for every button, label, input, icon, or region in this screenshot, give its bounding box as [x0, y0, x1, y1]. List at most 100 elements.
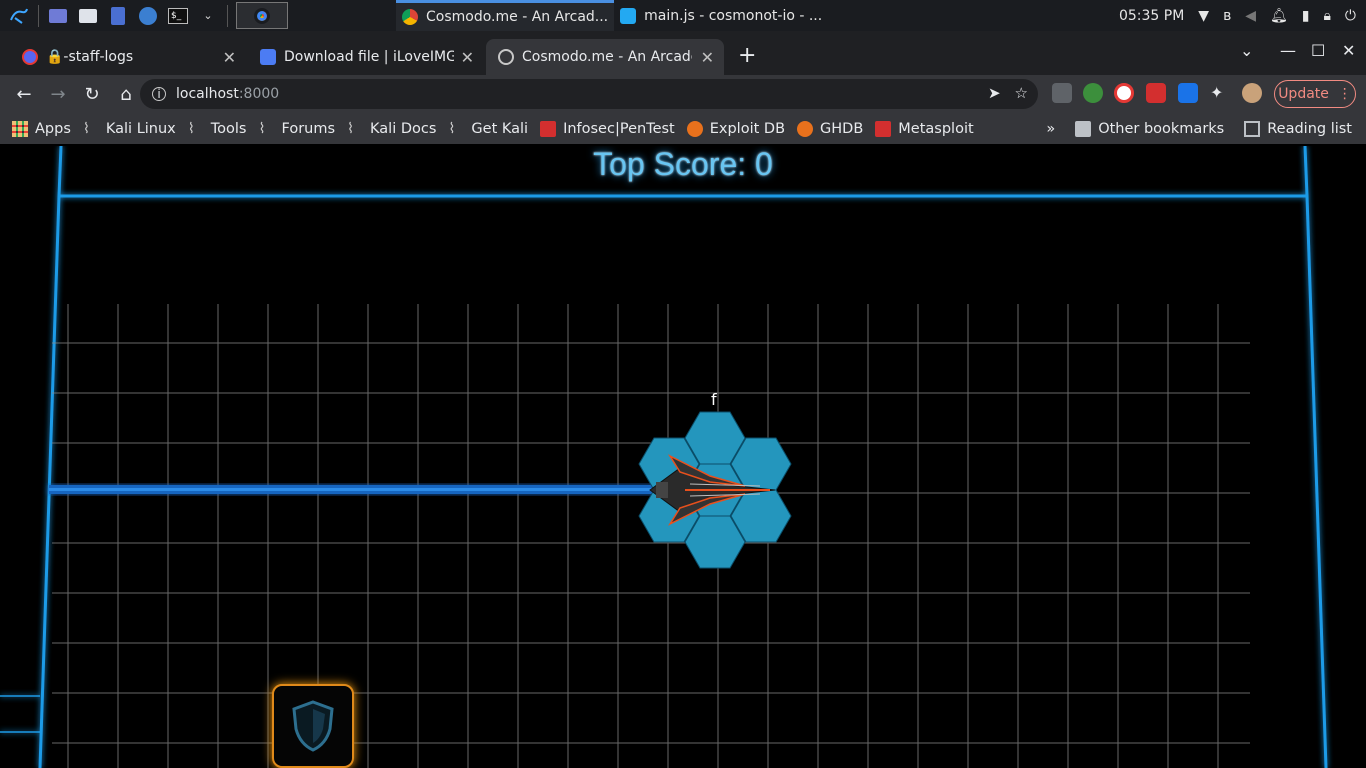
- close-icon[interactable]: ✕: [701, 48, 714, 67]
- reload-button[interactable]: ↻: [82, 84, 102, 105]
- bookmark-label: Infosec|PenTest: [563, 120, 675, 137]
- puzzle-icon[interactable]: ✦: [1210, 83, 1230, 103]
- flask-icon: [875, 120, 892, 137]
- game-scene: [0, 146, 1328, 768]
- game-canvas[interactable]: Top Score: 0 f: [0, 146, 1366, 768]
- taskbar-window-vscode[interactable]: main.js - cosmonot-io - ...: [614, 0, 828, 31]
- bookmark-label: Tools: [210, 120, 247, 137]
- home-button[interactable]: ⌂: [116, 84, 136, 105]
- ghdb-icon: [797, 120, 814, 137]
- url-port: :8000: [238, 86, 280, 102]
- bookmark-metasploit[interactable]: Metasploit: [875, 120, 974, 137]
- bookmark-ghdb[interactable]: GHDB: [797, 120, 864, 137]
- desktop-icon[interactable]: [47, 5, 69, 27]
- kali-dragon-icon: ⌇: [82, 120, 90, 137]
- tab-staff-logs[interactable]: 🔒-staff-logs ✕: [10, 39, 246, 75]
- bookmarks-bar: Apps ⌇ Kali Linux ⌇ Tools ⌇ Forums ⌇ Kali Do…: [0, 113, 1366, 144]
- bookmark-label: GHDB: [820, 120, 864, 137]
- tab-iloveimg[interactable]: Download file | iLoveIMG ✕: [248, 39, 484, 75]
- close-icon[interactable]: ✕: [223, 48, 236, 67]
- taskbar-window-chrome[interactable]: Cosmodo.me - An Arcad...: [396, 0, 615, 31]
- folder-icon: [1075, 120, 1092, 137]
- address-bar[interactable]: i localhost:8000 ➤ ☆: [140, 79, 1038, 109]
- terminal-icon[interactable]: $_: [167, 5, 189, 27]
- back-button[interactable]: ←: [14, 84, 34, 105]
- extension-icon-5[interactable]: [1178, 83, 1198, 103]
- kali-menu-icon[interactable]: [8, 5, 30, 27]
- url-host: localhost: [176, 86, 239, 102]
- bookmark-label: Get Kali: [471, 120, 529, 137]
- reading-list-icon: [1244, 120, 1261, 137]
- text-editor-icon[interactable]: [107, 5, 129, 27]
- heart-icon: [260, 49, 276, 65]
- kali-dragon-icon: ⌇: [347, 120, 355, 137]
- exploit-db-icon: [686, 120, 703, 137]
- bookmark-label: Kali Linux: [105, 120, 176, 137]
- tab-search-icon[interactable]: ⌄: [1240, 41, 1253, 60]
- bookmark-star-icon[interactable]: ☆: [1015, 84, 1028, 102]
- volume-icon[interactable]: ◀: [1245, 8, 1256, 24]
- ublock-icon[interactable]: [1114, 83, 1134, 103]
- chevron-down-icon[interactable]: ⌄: [197, 5, 219, 27]
- top-score: Top Score: 0: [593, 146, 773, 182]
- battery-icon[interactable]: ▮: [1302, 8, 1310, 24]
- info-icon[interactable]: i: [152, 87, 166, 101]
- bookmark-label: Exploit DB: [709, 120, 786, 137]
- send-icon[interactable]: ➤: [988, 84, 1001, 102]
- system-tray: 05:35 PM ▼ ʙ ◀ 🔔︎ ▮ 🔒︎ ⏻: [1119, 0, 1366, 31]
- chrome-launcher-icon[interactable]: [236, 2, 288, 29]
- update-button[interactable]: Update ⋮: [1274, 80, 1356, 108]
- bookmark-label: Apps: [35, 120, 71, 137]
- bookmark-label: Kali Docs: [370, 120, 437, 137]
- extension-icon-4[interactable]: [1146, 83, 1166, 103]
- bookmark-apps[interactable]: Apps: [12, 120, 71, 137]
- globe-icon: [498, 49, 514, 65]
- tab-title: 🔒-staff-logs: [46, 49, 134, 65]
- extension-icon-2[interactable]: [1083, 83, 1103, 103]
- kali-dragon-icon: ⌇: [258, 120, 266, 137]
- bookmark-label: Other bookmarks: [1098, 120, 1225, 137]
- avatar[interactable]: [1242, 83, 1262, 103]
- bookmark-label: Forums: [281, 120, 336, 137]
- bookmark-get-kali[interactable]: ⌇ Get Kali: [448, 121, 528, 137]
- discord-icon: [22, 49, 38, 65]
- update-label: Update: [1278, 86, 1329, 102]
- player-name-label: f: [711, 390, 717, 409]
- lock-icon[interactable]: 🔒︎: [1323, 8, 1330, 24]
- bookmark-other[interactable]: Other bookmarks: [1075, 120, 1225, 137]
- bookmark-exploit-db[interactable]: Exploit DB: [686, 120, 786, 137]
- burp-icon[interactable]: [137, 5, 159, 27]
- maximize-button[interactable]: ☐: [1311, 41, 1325, 60]
- taskbar-separator: [227, 4, 228, 27]
- close-icon[interactable]: ✕: [461, 48, 474, 67]
- close-window-button[interactable]: ✕: [1342, 41, 1355, 60]
- bookmark-forums[interactable]: ⌇ Forums: [259, 121, 336, 137]
- vscode-icon: [620, 7, 637, 24]
- browser-toolbar: ← → ↻ ⌂ i localhost:8000 ➤ ☆ ✦ Update ⋮: [0, 75, 1366, 113]
- tab-cosmodo[interactable]: Cosmodo.me - An Arcade ✕: [486, 39, 724, 75]
- taskbar-separator: [38, 4, 39, 27]
- os-taskbar: $_ ⌄ Cosmodo.me - An Arcad... main.js - …: [0, 0, 1366, 31]
- clock[interactable]: 05:35 PM: [1119, 8, 1184, 24]
- bookmark-infosec-pentest[interactable]: Infosec|PenTest: [540, 120, 675, 137]
- bookmarks-overflow-button[interactable]: »: [1046, 121, 1055, 137]
- bookmark-label: Metasploit: [898, 120, 974, 137]
- taskbar-window-label: main.js - cosmonot-io - ...: [644, 7, 823, 24]
- extension-icon-1[interactable]: [1052, 83, 1072, 103]
- shield-ability-button[interactable]: [272, 684, 354, 768]
- file-manager-icon[interactable]: [77, 5, 99, 27]
- browser-tab-strip: 🔒-staff-logs ✕ Download file | iLoveIMG …: [0, 31, 1366, 75]
- new-tab-button[interactable]: +: [738, 45, 756, 67]
- bookmark-kali-linux[interactable]: ⌇ Kali Linux: [83, 121, 176, 137]
- bookmark-kali-docs[interactable]: ⌇ Kali Docs: [347, 121, 436, 137]
- wifi-icon[interactable]: ▼: [1198, 8, 1209, 24]
- kali-dragon-icon: ⌇: [187, 120, 195, 137]
- forward-button[interactable]: →: [48, 84, 68, 105]
- bookmark-tools[interactable]: ⌇ Tools: [188, 121, 247, 137]
- notification-bell-icon[interactable]: 🔔︎: [1270, 8, 1288, 24]
- apps-grid-icon: [12, 120, 28, 137]
- minimize-button[interactable]: —: [1280, 41, 1296, 60]
- bluetooth-icon[interactable]: ʙ: [1223, 8, 1231, 24]
- power-icon[interactable]: ⏻: [1345, 8, 1356, 24]
- reading-list-button[interactable]: Reading list: [1244, 120, 1352, 137]
